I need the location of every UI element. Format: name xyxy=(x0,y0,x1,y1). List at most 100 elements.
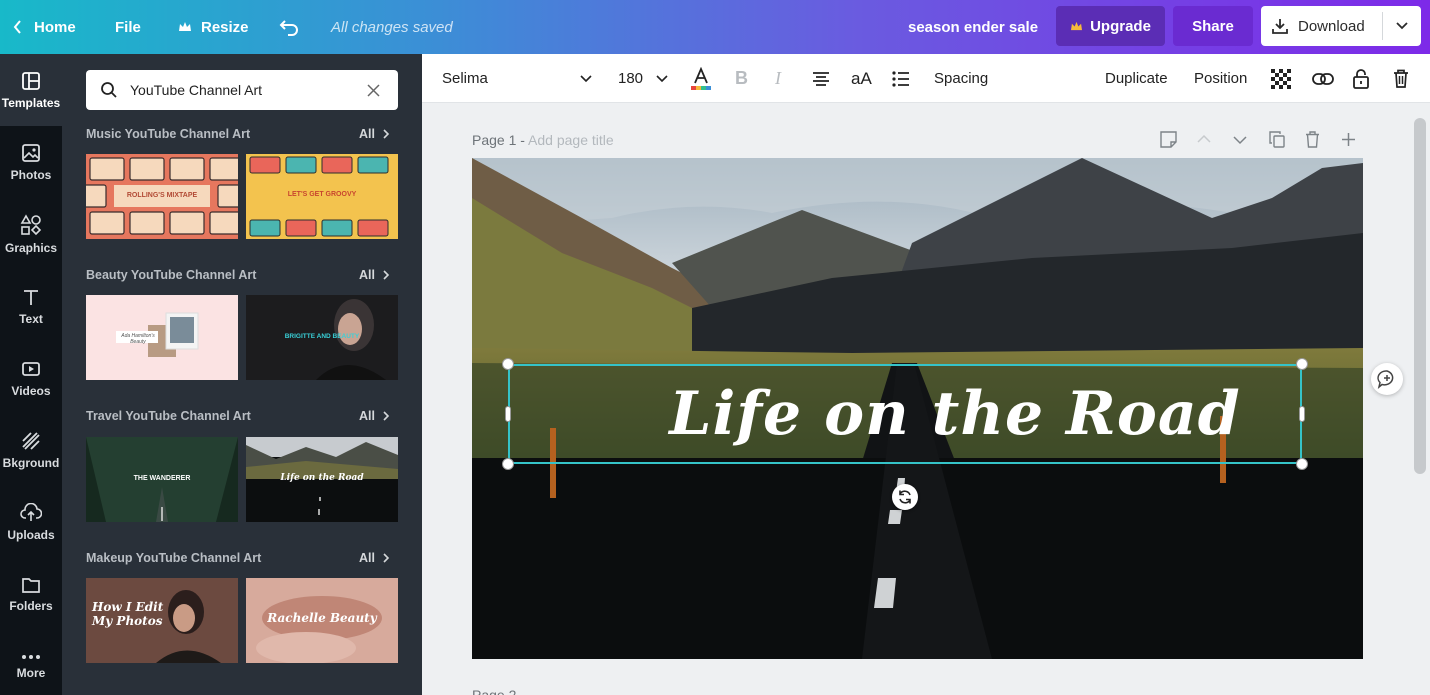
home-label: Home xyxy=(34,18,76,36)
chevron-right-icon xyxy=(383,270,390,280)
left-rail: Templates Photos Graphics Text Videos Bk… xyxy=(0,54,62,695)
case-icon[interactable]: aA xyxy=(851,54,872,103)
rail-item-uploads[interactable]: Uploads xyxy=(0,486,62,558)
photos-icon xyxy=(22,143,40,162)
template-thumbnail[interactable]: ROLLING'S MIXTAPE xyxy=(86,154,238,239)
share-label: Share xyxy=(1192,17,1234,35)
text-color-button[interactable] xyxy=(690,54,712,103)
template-thumbnail[interactable]: BRIGITTE AND BEAUTY xyxy=(246,295,398,380)
home-button[interactable]: Home xyxy=(12,0,76,54)
template-thumbnail[interactable]: THE WANDERER xyxy=(86,437,238,522)
undo-icon xyxy=(279,20,298,36)
trash-icon[interactable] xyxy=(1305,131,1320,148)
rail-item-folders[interactable]: Folders xyxy=(0,558,62,630)
more-icon xyxy=(22,654,40,659)
add-comment-button[interactable] xyxy=(1371,363,1403,395)
plus-icon[interactable] xyxy=(1341,131,1356,148)
see-all-link[interactable]: All xyxy=(359,127,390,141)
rail-label: Photos xyxy=(10,167,52,182)
background-icon xyxy=(22,431,40,450)
resize-label: Resize xyxy=(201,18,249,36)
see-all-link[interactable]: All xyxy=(359,551,390,565)
chevron-up-icon[interactable] xyxy=(1197,131,1211,148)
rail-item-more[interactable]: More xyxy=(0,630,62,695)
side-resize-handle[interactable] xyxy=(505,406,511,422)
bold-icon[interactable]: B xyxy=(735,54,748,103)
transparency-button[interactable] xyxy=(1271,54,1291,103)
thumbnail-title: THE WANDERER xyxy=(133,475,191,482)
search-box[interactable]: YouTube Channel Art xyxy=(86,70,398,110)
thumbnail-title: Life on the Road xyxy=(280,473,364,483)
top-bar: Home File Resize All changes saved seaso… xyxy=(0,0,1430,54)
template-thumbnail[interactable]: LET'S GET GROOVY xyxy=(246,154,398,239)
folders-icon xyxy=(22,577,40,593)
document-title[interactable]: season ender sale xyxy=(908,0,1038,54)
rail-item-photos[interactable]: Photos xyxy=(0,126,62,198)
download-label: Download xyxy=(1298,17,1365,35)
resize-handle[interactable] xyxy=(1296,458,1308,470)
template-thumbnail[interactable]: How I Edit My Photos xyxy=(86,578,238,663)
search-input[interactable]: YouTube Channel Art xyxy=(130,82,262,98)
template-thumbnail[interactable]: Life on the Road xyxy=(246,437,398,522)
vertical-scrollbar[interactable] xyxy=(1414,118,1426,474)
all-label: All xyxy=(359,409,375,423)
font-size-dropdown[interactable]: 180 xyxy=(618,54,670,103)
rail-item-graphics[interactable]: Graphics xyxy=(0,198,62,270)
position-button[interactable]: Position xyxy=(1194,54,1247,103)
rotate-handle[interactable] xyxy=(892,484,918,510)
rail-label: More xyxy=(16,665,46,680)
copy-icon[interactable] xyxy=(1269,131,1285,148)
share-button[interactable]: Share xyxy=(1173,6,1253,46)
font-size-value: 180 xyxy=(618,70,644,87)
link-button[interactable] xyxy=(1312,54,1334,103)
side-resize-handle[interactable] xyxy=(1299,406,1305,422)
all-label: All xyxy=(359,551,375,565)
resize-button[interactable]: Resize xyxy=(178,0,249,54)
template-thumbnail[interactable]: Ada Hamilton's Beauty xyxy=(86,295,238,380)
rail-item-templates[interactable]: Templates xyxy=(0,54,62,126)
file-menu[interactable]: File xyxy=(115,0,141,54)
delete-button[interactable] xyxy=(1393,54,1409,103)
resize-handle[interactable] xyxy=(502,358,514,370)
duplicate-button[interactable]: Duplicate xyxy=(1105,54,1168,103)
thumbnail-title: LET'S GET GROOVY xyxy=(287,191,357,198)
chevron-right-icon xyxy=(383,129,390,139)
align-center-button[interactable] xyxy=(812,54,830,103)
undo-button[interactable] xyxy=(279,0,299,54)
thumbnail-title: Ada Hamilton's Beauty xyxy=(121,333,155,345)
page-title-input[interactable]: Add page title xyxy=(528,132,614,148)
list-button[interactable] xyxy=(892,54,910,103)
page-number: Page 1 - xyxy=(472,132,529,148)
chevron-down-icon[interactable] xyxy=(1396,21,1408,31)
templates-panel: YouTube Channel Art Music YouTube Channe… xyxy=(62,54,422,695)
rail-item-videos[interactable]: Videos xyxy=(0,342,62,414)
rail-item-background[interactable]: Bkground xyxy=(0,414,62,486)
italic-icon[interactable]: I xyxy=(775,54,781,103)
resize-handle[interactable] xyxy=(1296,358,1308,370)
section-title: Beauty YouTube Channel Art xyxy=(86,268,257,282)
all-label: All xyxy=(359,268,375,282)
note-icon[interactable] xyxy=(1160,131,1177,148)
upgrade-button[interactable]: Upgrade xyxy=(1056,6,1165,46)
section-title: Travel YouTube Channel Art xyxy=(86,409,251,423)
lock-button[interactable] xyxy=(1353,54,1369,103)
chevron-down-icon[interactable] xyxy=(1233,131,1247,148)
rail-item-text[interactable]: Text xyxy=(0,270,62,342)
resize-handle[interactable] xyxy=(502,458,514,470)
chevron-right-icon xyxy=(383,411,390,421)
rail-label: Uploads xyxy=(7,527,55,542)
download-button[interactable]: Download xyxy=(1261,6,1421,46)
text-color-icon xyxy=(691,66,711,90)
rail-label: Graphics xyxy=(4,240,58,255)
upgrade-label: Upgrade xyxy=(1090,17,1151,35)
see-all-link[interactable]: All xyxy=(359,268,390,282)
download-icon xyxy=(1272,19,1288,34)
selection-box[interactable] xyxy=(508,364,1302,464)
template-thumbnail[interactable]: Rachelle Beauty xyxy=(246,578,398,663)
font-family-dropdown[interactable]: Selima xyxy=(442,54,594,103)
close-icon[interactable] xyxy=(367,84,380,97)
spacing-button[interactable]: Spacing xyxy=(934,54,988,103)
chevron-left-icon xyxy=(13,20,21,34)
see-all-link[interactable]: All xyxy=(359,409,390,423)
chevron-down-icon xyxy=(656,75,668,83)
